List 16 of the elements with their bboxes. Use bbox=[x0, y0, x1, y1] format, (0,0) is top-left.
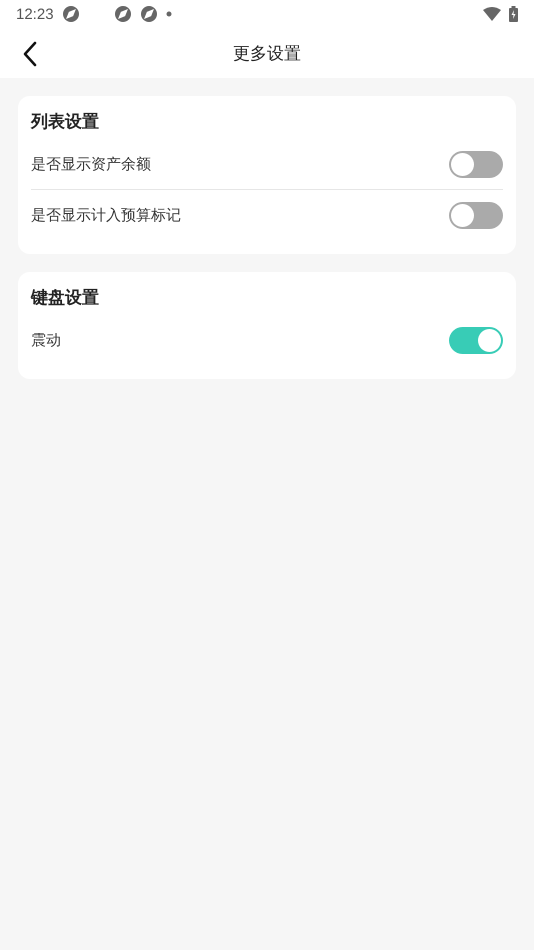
wifi-icon bbox=[483, 7, 501, 21]
setting-label: 震动 bbox=[31, 330, 61, 350]
status-time: 12:23 bbox=[16, 6, 54, 22]
app-notification-icon bbox=[140, 5, 158, 23]
dot-icon bbox=[166, 11, 172, 17]
battery-icon bbox=[509, 6, 518, 22]
section-title: 键盘设置 bbox=[31, 287, 100, 309]
toggle-switch[interactable] bbox=[449, 202, 503, 228]
setting-label: 是否显示资产余额 bbox=[31, 154, 151, 174]
toggle-switch[interactable] bbox=[449, 326, 503, 354]
app-notification-icon bbox=[114, 5, 132, 23]
page-title: 更多设置 bbox=[233, 42, 301, 64]
setting-label: 是否显示计入预算标记 bbox=[31, 206, 181, 224]
app-notification-icon bbox=[62, 5, 80, 23]
toggle-switch[interactable] bbox=[449, 150, 503, 178]
section-title: 列表设置 bbox=[31, 111, 100, 133]
